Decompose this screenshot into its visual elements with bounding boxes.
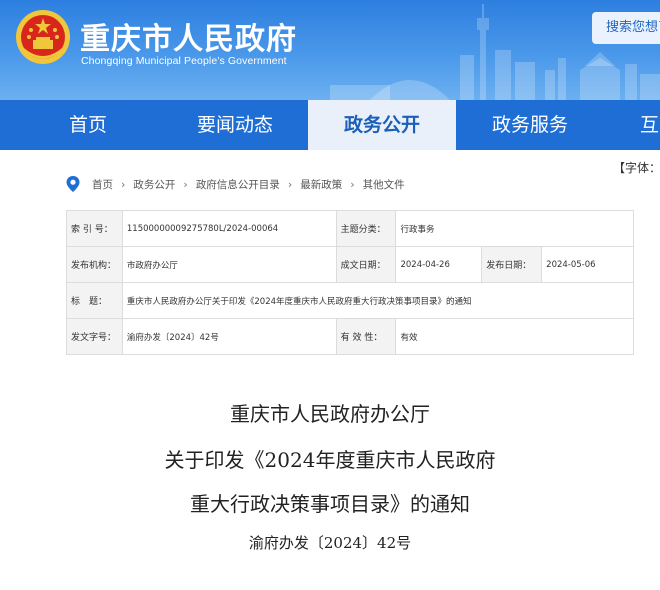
title-value: 重庆市人民政府办公厅关于印发《2024年度重庆市人民政府重大行政决策事项目录》的… <box>121 282 635 319</box>
nav-item-news[interactable]: 要闻动态 <box>162 100 308 150</box>
nav-item-services[interactable]: 政务服务 <box>456 100 604 150</box>
document-title-line-1: 重庆市人民政府办公厅 <box>230 402 430 426</box>
title-label: 标 题： <box>66 282 123 319</box>
chevron-right-icon: › <box>183 177 188 191</box>
breadcrumb-other-docs[interactable]: 其他文件 <box>363 177 405 192</box>
document-title-line-2: 关于印发《2024年度重庆市人民政府 <box>164 448 496 472</box>
search-button[interactable]: 搜索您想了 <box>592 12 660 44</box>
document-title-line-3: 重大行政决策事项目录》的通知 <box>190 492 470 516</box>
nav-item-home[interactable]: 首页 <box>0 100 176 150</box>
validity-label: 有 效 性： <box>335 318 397 355</box>
published-date-value: 2024-05-06 <box>541 246 634 283</box>
issuer-label: 发布机构： <box>66 246 123 283</box>
published-date-label: 发布日期： <box>481 246 543 283</box>
document-number: 渝府办发〔2024〕42号 <box>248 534 412 552</box>
table-row: 发文字号： 渝府办发〔2024〕42号 有 效 性： 有效 <box>66 318 634 355</box>
chevron-right-icon: › <box>121 177 126 191</box>
created-date-value: 2024-04-26 <box>395 246 483 283</box>
created-date-label: 成文日期： <box>335 246 397 283</box>
site-title[interactable]: 重庆市人民政府 <box>80 14 297 58</box>
national-emblem-icon <box>16 10 70 64</box>
breadcrumb-gov-affairs[interactable]: 政务公开 <box>133 177 175 192</box>
topic-label: 主题分类： <box>335 210 397 247</box>
nav-item-interaction[interactable]: 互 <box>604 100 660 150</box>
table-row: 索 引 号： 11500000009275780L/2024-00064 主题分… <box>66 210 634 247</box>
validity-value: 有效 <box>395 318 634 355</box>
breadcrumb: 首页 › 政务公开 › 政府信息公开目录 › 最新政策 › 其他文件 <box>66 174 405 194</box>
nav-item-gov-affairs[interactable]: 政务公开 <box>308 100 456 150</box>
site-subtitle: Chongqing Municipal People’s Government <box>81 55 287 67</box>
index-value: 11500000009275780L/2024-00064 <box>121 210 337 247</box>
index-label: 索 引 号： <box>66 210 123 247</box>
table-row: 标 题： 重庆市人民政府办公厅关于印发《2024年度重庆市人民政府重大行政决策事… <box>66 282 635 319</box>
document-info-table: 索 引 号： 11500000009275780L/2024-00064 主题分… <box>66 210 635 355</box>
font-size-control: 【字体： <box>613 161 660 175</box>
breadcrumb-latest-policy[interactable]: 最新政策 <box>300 177 342 192</box>
chevron-right-icon: › <box>287 177 293 191</box>
location-pin-icon <box>66 176 80 192</box>
doc-number-label: 发文字号： <box>66 318 123 355</box>
chevron-right-icon: › <box>350 177 355 191</box>
site-header: 重庆市人民政府 Chongqing Municipal People’s Gov… <box>0 0 660 100</box>
breadcrumb-home[interactable]: 首页 <box>92 177 113 192</box>
breadcrumb-catalog[interactable]: 政府信息公开目录 <box>196 177 280 192</box>
main-nav: 首页 要闻动态 政务公开 政务服务 互 <box>0 100 660 150</box>
doc-number-value: 渝府办发〔2024〕42号 <box>121 318 337 355</box>
table-row: 发布机构： 市政府办公厅 成文日期： 2024-04-26 发布日期： 2024… <box>66 246 634 283</box>
issuer-value: 市政府办公厅 <box>121 246 337 283</box>
topic-value: 行政事务 <box>395 210 634 247</box>
